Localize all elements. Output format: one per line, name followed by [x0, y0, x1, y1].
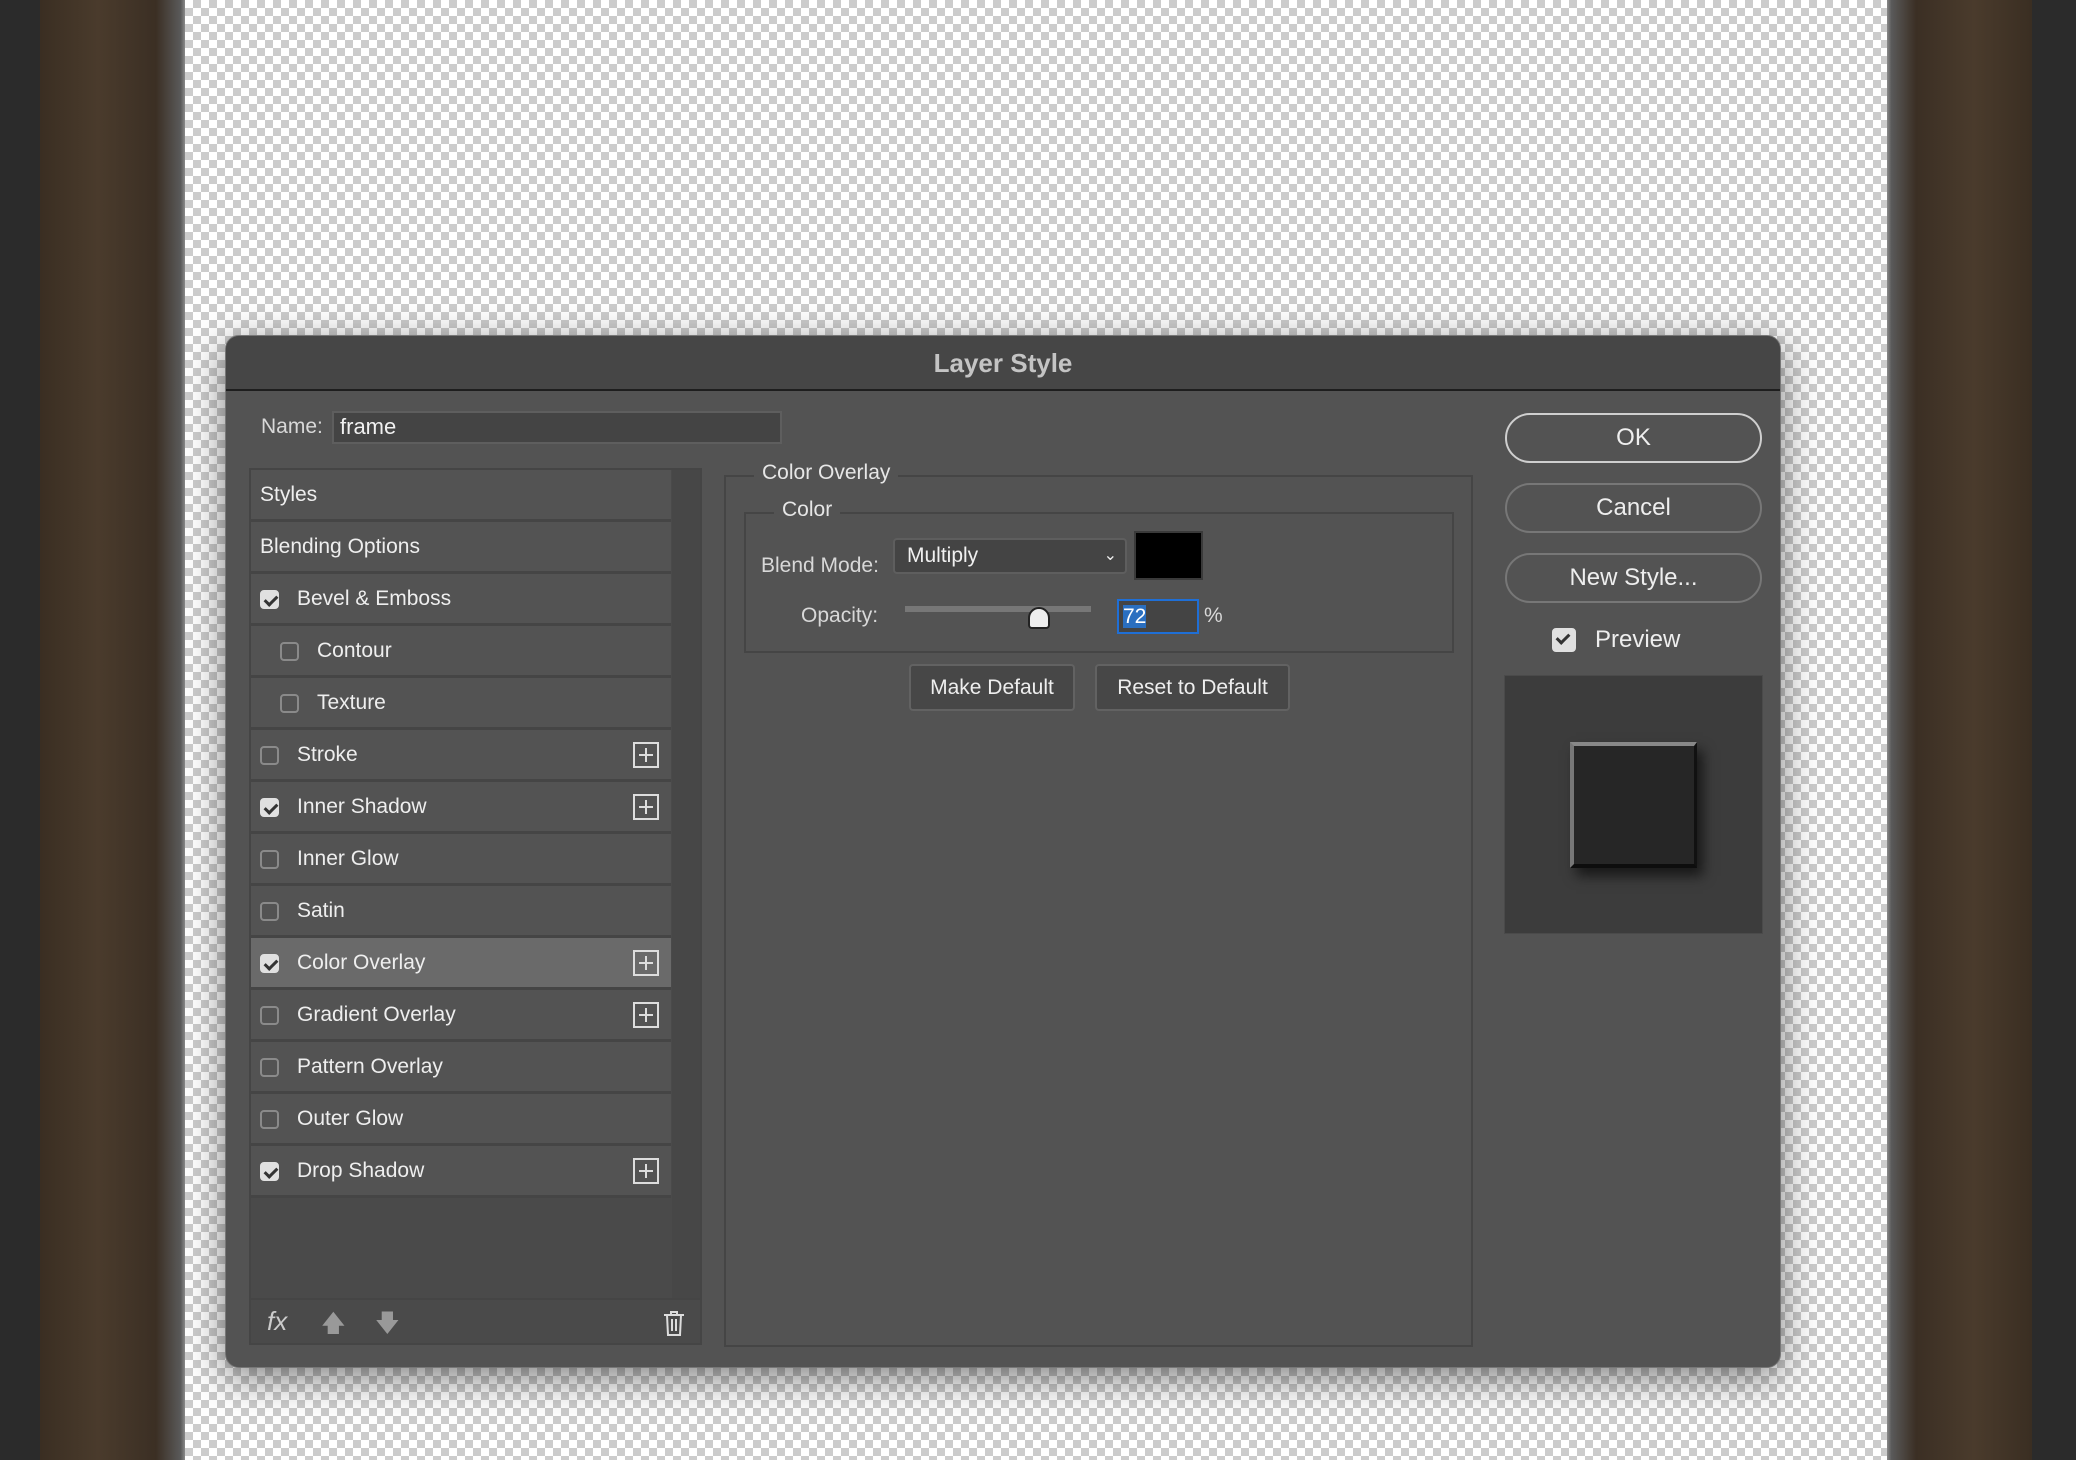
opacity-value: 72 [1123, 605, 1147, 628]
styles-list: Styles Blending Options Bevel & Emboss Cont… [249, 468, 702, 1345]
blend-mode-label: Blend Mode: [761, 554, 879, 577]
wood-wall-right [1887, 0, 2032, 1460]
style-item-styles[interactable]: Styles [251, 470, 671, 522]
checkbox[interactable] [280, 642, 299, 661]
style-item-pattern-overlay[interactable]: Pattern Overlay [251, 1042, 671, 1094]
preview-checkbox[interactable] [1552, 628, 1576, 652]
style-item-label: Bevel & Emboss [297, 587, 452, 610]
checkbox[interactable] [260, 798, 279, 817]
style-item-label: Stroke [297, 743, 358, 766]
checkbox[interactable] [260, 590, 279, 609]
ok-button[interactable]: OK [1505, 413, 1762, 463]
preview-thumbnail [1504, 675, 1763, 934]
add-icon[interactable] [633, 950, 659, 976]
list-scrollbar[interactable] [672, 470, 700, 1298]
style-item-bevel-emboss[interactable]: Bevel & Emboss [251, 574, 671, 626]
divider [251, 1298, 700, 1300]
opacity-unit: % [1204, 604, 1223, 627]
opacity-slider[interactable] [905, 606, 1091, 612]
preview-label: Preview [1595, 626, 1681, 653]
style-item-outer-glow[interactable]: Outer Glow [251, 1094, 671, 1146]
layer-style-dialog: Layer Style Name: frame Styles Blending O… [225, 335, 1781, 1368]
make-default-button[interactable]: Make Default [909, 664, 1075, 711]
trash-icon[interactable] [663, 1310, 685, 1336]
chevron-down-icon: ⌄ [1103, 547, 1117, 564]
style-item-label: Contour [317, 639, 392, 662]
add-icon[interactable] [633, 742, 659, 768]
style-item-contour[interactable]: Contour [251, 626, 671, 678]
checkbox[interactable] [260, 1058, 279, 1077]
checkbox[interactable] [260, 1162, 279, 1181]
style-item-blending-options[interactable]: Blending Options [251, 522, 671, 574]
checkbox[interactable] [260, 902, 279, 921]
move-down-icon[interactable]: 🡇 [375, 1306, 400, 1347]
fx-icon[interactable]: fx [267, 1306, 287, 1337]
style-item-label: Inner Glow [297, 847, 399, 870]
blend-mode-select[interactable]: Multiply ⌄ [893, 538, 1127, 574]
opacity-label: Opacity: [801, 604, 879, 627]
checkbox[interactable] [260, 746, 279, 765]
color-group: Color Blend Mode: Multiply ⌄ Opacity: 72… [744, 498, 1454, 653]
add-icon[interactable] [633, 794, 659, 820]
section-title: Color Overlay [754, 461, 899, 485]
group-title: Color [774, 498, 841, 522]
checkbox[interactable] [260, 1006, 279, 1025]
checkbox[interactable] [280, 694, 299, 713]
wood-wall-left [40, 0, 185, 1460]
name-input[interactable]: frame [332, 411, 782, 444]
checkbox[interactable] [260, 954, 279, 973]
reset-to-default-button[interactable]: Reset to Default [1095, 664, 1290, 711]
preview-square [1570, 742, 1697, 868]
dialog-title: Layer Style [226, 336, 1780, 391]
checkbox[interactable] [260, 850, 279, 869]
style-item-label: Styles [260, 483, 318, 506]
color-swatch[interactable] [1134, 531, 1203, 580]
style-item-texture[interactable]: Texture [251, 678, 671, 730]
add-icon[interactable] [633, 1002, 659, 1028]
opacity-slider-thumb[interactable] [1027, 607, 1050, 629]
name-label: Name: [261, 415, 323, 438]
style-item-label: Satin [297, 899, 345, 922]
style-item-label: Inner Shadow [297, 795, 427, 818]
style-item-label: Color Overlay [297, 951, 426, 974]
style-item-label: Texture [317, 691, 386, 714]
add-icon[interactable] [633, 1158, 659, 1184]
style-item-color-overlay[interactable]: Color Overlay [251, 938, 671, 990]
style-item-gradient-overlay[interactable]: Gradient Overlay [251, 990, 671, 1042]
opacity-input[interactable]: 72 [1117, 599, 1199, 634]
cancel-button[interactable]: Cancel [1505, 483, 1762, 533]
style-item-label: Gradient Overlay [297, 1003, 456, 1026]
move-up-icon[interactable]: 🡅 [321, 1306, 346, 1347]
style-item-inner-shadow[interactable]: Inner Shadow [251, 782, 671, 834]
style-item-label: Outer Glow [297, 1107, 404, 1130]
blend-mode-value: Multiply [907, 544, 979, 567]
style-item-label: Blending Options [260, 535, 420, 558]
style-item-stroke[interactable]: Stroke [251, 730, 671, 782]
checkbox[interactable] [260, 1110, 279, 1129]
style-item-label: Drop Shadow [297, 1159, 425, 1182]
new-style-button[interactable]: New Style... [1505, 553, 1762, 603]
style-item-label: Pattern Overlay [297, 1055, 443, 1078]
style-item-drop-shadow[interactable]: Drop Shadow [251, 1146, 671, 1198]
style-item-inner-glow[interactable]: Inner Glow [251, 834, 671, 886]
color-overlay-section: Color Overlay Color Blend Mode: Multiply… [724, 461, 1473, 1347]
style-item-satin[interactable]: Satin [251, 886, 671, 938]
